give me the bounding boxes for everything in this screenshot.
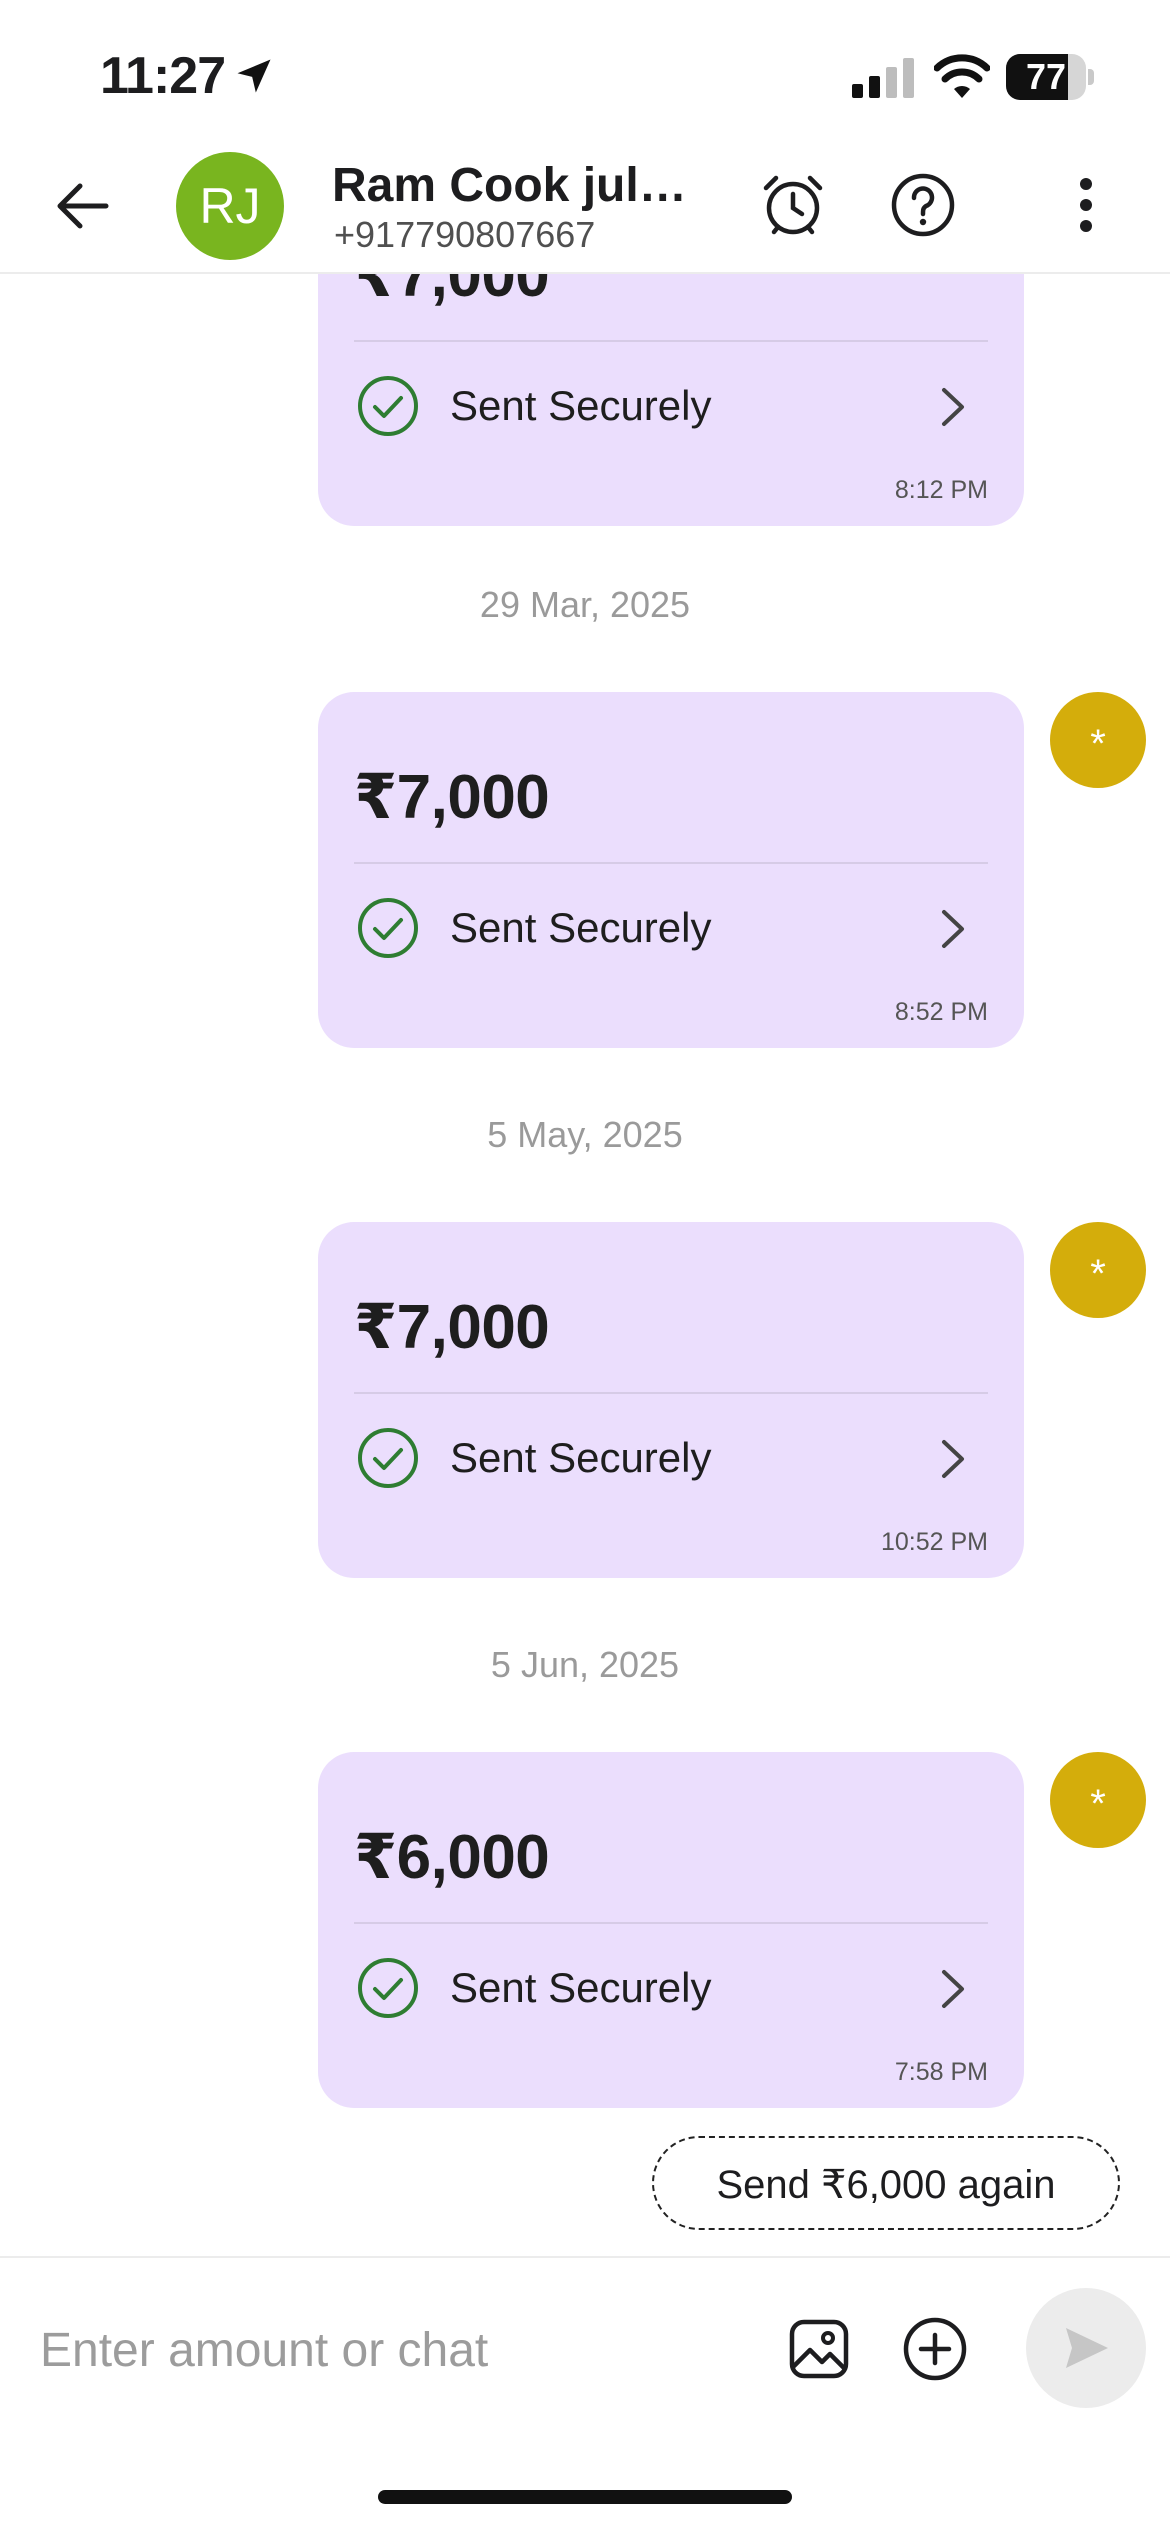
check-circle-icon	[358, 898, 418, 958]
chat-history[interactable]: ₹7,000 Sent Securely 8:12 PM 29 Mar, 202…	[0, 272, 1170, 2256]
chevron-right-icon[interactable]	[936, 1968, 968, 2010]
payment-amount: ₹6,000	[354, 1823, 550, 1892]
chevron-right-icon[interactable]	[936, 1438, 968, 1480]
more-options-icon[interactable]	[1050, 172, 1114, 238]
bubble-divider	[354, 862, 988, 864]
wifi-icon	[934, 54, 990, 98]
contact-name[interactable]: Ram Cook jul…	[332, 158, 687, 213]
check-circle-icon	[358, 376, 418, 436]
payment-amount: ₹7,000	[354, 272, 550, 310]
payment-amount: ₹7,000	[354, 763, 550, 832]
chevron-right-icon[interactable]	[936, 386, 968, 428]
payment-bubble[interactable]: ₹7,000 Sent Securely 10:52 PM	[318, 1222, 1024, 1578]
date-separator: 5 May, 2025	[487, 1114, 683, 1155]
message-time: 8:52 PM	[894, 998, 988, 1026]
check-circle-icon	[358, 1958, 418, 2018]
bubble-divider	[354, 1922, 988, 1924]
cellular-signal-icon	[852, 58, 914, 98]
amount-chat-input[interactable]	[40, 2310, 740, 2390]
send-arrow-icon	[1066, 2328, 1108, 2368]
sender-badge[interactable]: *	[1050, 1752, 1146, 1848]
home-indicator[interactable]	[378, 2490, 792, 2504]
add-circle-icon[interactable]	[902, 2316, 968, 2382]
payment-status: Sent Securely	[450, 1964, 712, 2011]
payment-status: Sent Securely	[450, 1434, 712, 1481]
bubble-divider	[354, 340, 988, 342]
check-circle-icon	[358, 1428, 418, 1488]
send-again-button[interactable]: Send ₹6,000 again	[652, 2136, 1120, 2230]
message-time: 8:12 PM	[894, 476, 988, 504]
date-separator: 5 Jun, 2025	[490, 1644, 680, 1685]
sender-badge[interactable]: *	[1050, 1222, 1146, 1318]
contact-avatar[interactable]: RJ	[176, 152, 284, 260]
message-time: 7:58 PM	[894, 2058, 988, 2086]
payment-bubble[interactable]: ₹7,000 Sent Securely 8:52 PM	[318, 692, 1024, 1048]
payment-status: Sent Securely	[450, 904, 712, 951]
back-arrow-icon[interactable]	[46, 174, 122, 238]
date-separator: 29 Mar, 2025	[479, 584, 691, 625]
chat-header: RJ Ram Cook jul… +917790807667	[0, 140, 1170, 274]
payment-bubble[interactable]: ₹7,000 Sent Securely 8:12 PM	[318, 272, 1024, 526]
battery-indicator: 77	[1006, 54, 1094, 100]
image-icon[interactable]	[786, 2316, 852, 2382]
alarm-clock-icon[interactable]	[760, 172, 826, 238]
chevron-right-icon[interactable]	[936, 908, 968, 950]
send-button[interactable]	[1026, 2288, 1146, 2408]
payment-amount: ₹7,000	[354, 1293, 550, 1362]
status-time: 11:27	[100, 47, 226, 105]
location-arrow-icon	[237, 59, 271, 93]
sender-badge[interactable]: *	[1050, 692, 1146, 788]
help-icon[interactable]	[890, 172, 956, 238]
contact-phone: +917790807667	[334, 214, 596, 255]
payment-status: Sent Securely	[450, 382, 712, 429]
battery-level-text: 77	[1025, 56, 1067, 97]
status-bar: 11:27 77	[0, 0, 1170, 140]
message-time: 10:52 PM	[880, 1528, 988, 1556]
bubble-divider	[354, 1392, 988, 1394]
payment-bubble[interactable]: ₹6,000 Sent Securely 7:58 PM	[318, 1752, 1024, 2108]
